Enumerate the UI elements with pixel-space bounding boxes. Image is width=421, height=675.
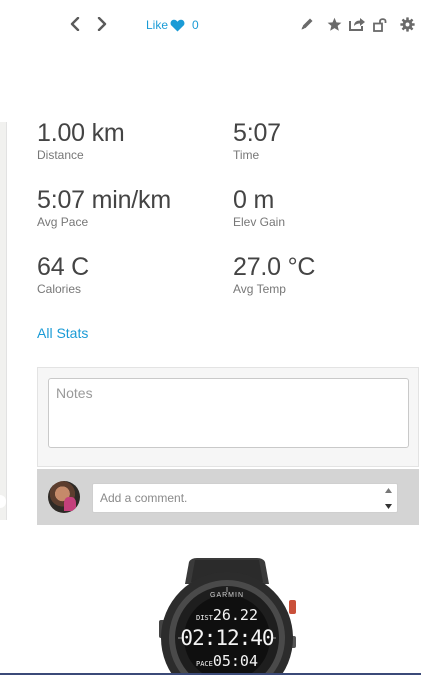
stat-elev-gain: 0 m Elev Gain [233, 186, 285, 229]
avatar [48, 481, 80, 513]
stat-label: Avg Temp [233, 282, 286, 296]
like-button[interactable]: Like 0 [146, 16, 199, 34]
scroll-up-button[interactable] [385, 487, 393, 493]
previous-activity-button[interactable] [68, 15, 82, 33]
heart-icon [170, 19, 185, 32]
gear-icon [399, 16, 415, 32]
stat-value: 64 C [37, 253, 90, 281]
like-label[interactable]: Like [146, 18, 168, 32]
device-line-1-label: DIST [195, 614, 213, 622]
device-line-2: 02:12:40 [180, 626, 274, 650]
share-button[interactable] [348, 15, 366, 33]
stat-label: Elev Gain [233, 215, 286, 229]
triangle-up-icon [385, 487, 392, 493]
unlock-icon [373, 17, 387, 32]
device-image: GARMIN DIST26.22 02:12:40 PACE05:04 [157, 556, 297, 675]
device-brand: GARMIN [210, 592, 244, 599]
favorite-button[interactable] [325, 15, 343, 33]
stat-calories: 64 C Calories [37, 253, 89, 296]
stat-value: 5:07 [233, 119, 281, 147]
device-line-3-value: 05:04 [212, 652, 258, 670]
device-line-1-value: 26.22 [212, 606, 258, 624]
device-line-3-label: PACE [195, 660, 213, 668]
stat-value: 5:07 min/km [37, 186, 171, 214]
stat-label: Time [233, 148, 260, 162]
share-icon [348, 18, 365, 31]
triangle-down-icon [385, 503, 392, 509]
device-line-3: PACE05:04 [157, 652, 297, 670]
stat-value: 27.0 °C [233, 253, 316, 281]
pencil-icon [301, 18, 313, 30]
scroll-down-button[interactable] [385, 503, 393, 509]
all-stats-link[interactable]: All Stats [37, 325, 88, 341]
settings-button[interactable] [398, 15, 416, 33]
stat-distance: 1.00 km Distance [37, 119, 125, 162]
like-count: 0 [192, 18, 199, 32]
map-panel-edge [0, 122, 7, 520]
stat-label: Avg Pace [37, 215, 89, 229]
comment-input[interactable] [92, 483, 398, 513]
privacy-button[interactable] [371, 15, 389, 33]
edit-button[interactable] [298, 15, 316, 33]
notes-section [37, 367, 419, 467]
stat-avg-temp: 27.0 °C Avg Temp [233, 253, 315, 296]
stat-time: 5:07 Time [233, 119, 281, 162]
chevron-right-icon [97, 17, 107, 31]
star-icon [327, 17, 341, 31]
next-activity-button[interactable] [95, 15, 109, 33]
comment-section [37, 469, 419, 525]
device-line-1: DIST26.22 [157, 606, 297, 624]
activity-toolbar: Like 0 [0, 0, 421, 52]
stat-label: Calories [37, 282, 82, 296]
stat-value: 1.00 km [37, 119, 125, 147]
stat-label: Distance [37, 148, 84, 162]
stat-avg-pace: 5:07 min/km Avg Pace [37, 186, 171, 229]
notes-field[interactable] [48, 378, 409, 448]
comment-scrollbar[interactable] [380, 484, 397, 512]
stat-value: 0 m [233, 186, 275, 214]
chevron-left-icon [70, 17, 80, 31]
